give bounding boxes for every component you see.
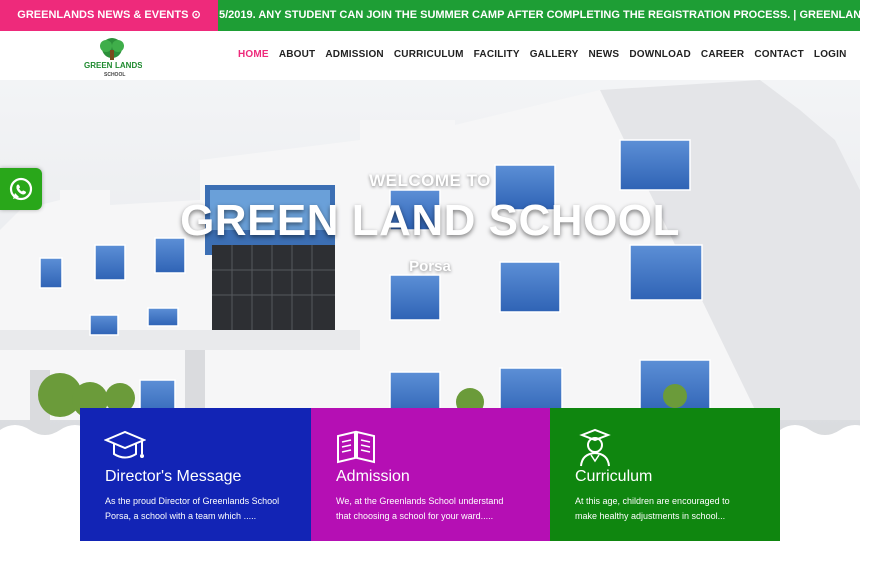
card-text-line2: Porsa, a school with a team which .....: [105, 511, 257, 521]
card-directors-message[interactable]: Director's Message As the proud Director…: [80, 408, 311, 541]
logo-line2: LANDS: [115, 61, 142, 70]
card-title: Admission: [336, 468, 410, 485]
nav-home[interactable]: HOME: [233, 49, 274, 60]
hero-title: GREEN LAND SCHOOL: [180, 196, 680, 245]
card-title: Curriculum: [575, 468, 653, 485]
graduation-cap-icon: [104, 430, 146, 459]
nav-download[interactable]: DOWNLOAD: [624, 49, 696, 60]
ticker-text[interactable]: 5/2019. ANY STUDENT CAN JOIN THE SUMMER …: [219, 0, 860, 31]
card-text: We, at the Greenlands School understand …: [336, 494, 536, 524]
whatsapp-icon: [9, 177, 33, 201]
card-text-line2: make healthy adjustments in school...: [575, 511, 726, 521]
card-admission[interactable]: Admission We, at the Greenlands School u…: [311, 408, 550, 541]
hero-subtitle: Porsa: [409, 258, 451, 275]
hero-banner: WELCOME TO GREEN LAND SCHOOL Porsa: [0, 80, 860, 445]
card-text: At this age, children are encouraged to …: [575, 494, 775, 524]
ticker-label: GREENLANDS NEWS & EVENTS ⊙: [0, 0, 218, 31]
nav-career[interactable]: CAREER: [696, 49, 749, 60]
nav-admission[interactable]: ADMISSION: [320, 49, 388, 60]
nav-about[interactable]: ABOUT: [274, 49, 321, 60]
logo-line1: GREEN: [84, 61, 113, 70]
nav-login[interactable]: LOGIN: [809, 49, 852, 60]
nav-contact[interactable]: CONTACT: [749, 49, 809, 60]
main-nav: HOME ABOUT ADMISSION CURRICULUM FACILITY…: [233, 49, 852, 60]
card-text-line1: As the proud Director of Greenlands Scho…: [105, 496, 280, 506]
card-title: Director's Message: [105, 468, 242, 485]
nav-curriculum[interactable]: CURRICULUM: [389, 49, 469, 60]
graduate-student-icon: [579, 428, 611, 467]
card-text-line1: At this age, children are encouraged to: [575, 496, 730, 506]
open-book-icon: [337, 430, 375, 464]
card-text-line1: We, at the Greenlands School understand: [336, 496, 504, 506]
whatsapp-button[interactable]: [0, 168, 42, 210]
hero-welcome: WELCOME TO: [369, 171, 491, 190]
nav-facility[interactable]: FACILITY: [469, 49, 525, 60]
card-text: As the proud Director of Greenlands Scho…: [105, 494, 305, 524]
card-curriculum[interactable]: Curriculum At this age, children are enc…: [550, 408, 780, 541]
news-ticker: 5/2019. ANY STUDENT CAN JOIN THE SUMMER …: [0, 0, 860, 31]
nav-gallery[interactable]: GALLERY: [525, 49, 584, 60]
card-text-line2: that choosing a school for your ward....…: [336, 511, 494, 521]
nav-news[interactable]: NEWS: [584, 49, 625, 60]
school-logo[interactable]: GREEN LANDS SCHOOL: [82, 36, 142, 78]
logo-line3: SCHOOL: [104, 72, 125, 78]
